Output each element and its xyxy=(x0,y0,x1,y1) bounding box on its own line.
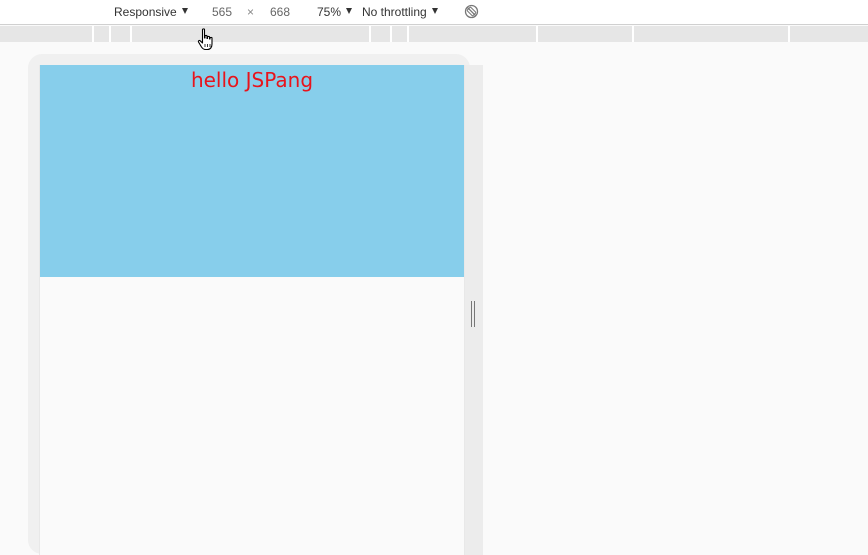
zoom-dropdown[interactable]: 75% xyxy=(317,0,353,24)
throttling-label: No throttling xyxy=(362,5,427,19)
ruler-tick xyxy=(788,26,790,42)
grip-line xyxy=(471,301,472,327)
caret-down-icon xyxy=(346,8,353,14)
caret-down-icon xyxy=(431,8,438,14)
media-query-ruler[interactable] xyxy=(0,26,868,42)
ruler-tick xyxy=(109,26,111,42)
hand-pointer-icon xyxy=(197,28,213,51)
ruler-tick xyxy=(369,26,371,42)
ruler-tick xyxy=(390,26,392,42)
device-mode-label: Responsive xyxy=(114,5,177,19)
device-toolbar: Responsive 565 × 668 75% No throttling xyxy=(0,0,868,25)
caret-down-icon xyxy=(181,8,188,14)
ruler-tick xyxy=(536,26,538,42)
device-viewport: hello JSPang xyxy=(39,65,465,555)
ruler-tick xyxy=(92,26,94,42)
hello-text: hello JSPang xyxy=(190,68,314,92)
viewport-resize-handle[interactable] xyxy=(465,65,483,555)
rotate-icon[interactable] xyxy=(464,4,479,19)
throttling-dropdown[interactable]: No throttling xyxy=(362,0,438,24)
device-mode-dropdown[interactable]: Responsive xyxy=(114,0,188,24)
ruler-tick xyxy=(130,26,132,42)
dimension-separator: × xyxy=(247,5,255,19)
width-input[interactable]: 565 xyxy=(212,0,232,24)
ruler-tick xyxy=(632,26,634,42)
blue-box: hello JSPang xyxy=(40,65,464,277)
zoom-label: 75% xyxy=(317,5,342,19)
ruler-tick xyxy=(407,26,409,42)
grip-line xyxy=(474,301,475,327)
height-input[interactable]: 668 xyxy=(270,0,290,24)
